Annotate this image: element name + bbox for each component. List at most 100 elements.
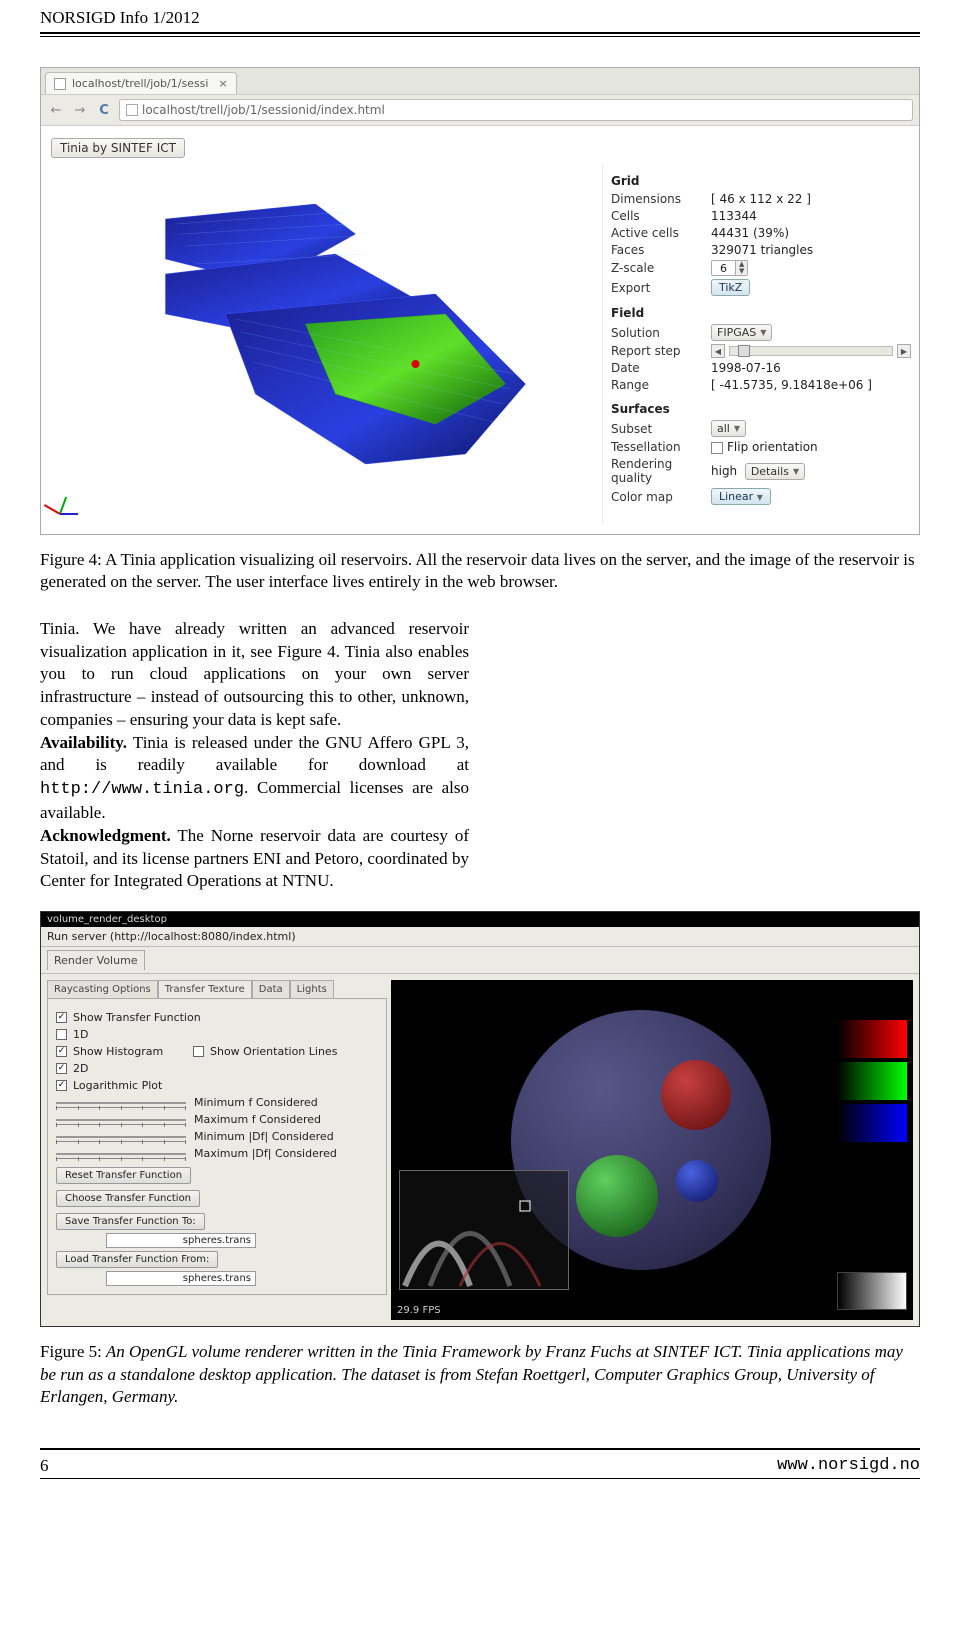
spinner-down-icon: ▼: [736, 268, 747, 275]
figure-4-browser-screenshot: localhost/trell/job/1/sessi × ← → C loca…: [40, 67, 920, 535]
subset-label: Subset: [611, 422, 711, 436]
chk-log-plot[interactable]: [56, 1080, 67, 1091]
transfer-function-plot: [399, 1170, 569, 1290]
details-button[interactable]: Details▼: [745, 463, 805, 480]
app-title-button[interactable]: Tinia by SINTEF ICT: [51, 138, 185, 158]
page-footer: 6 www.norsigd.no: [40, 1448, 920, 1476]
zscale-label: Z-scale: [611, 261, 711, 275]
figure-4-label: Figure 4:: [40, 550, 102, 569]
page-icon: [54, 78, 66, 90]
tessellation-label: Tessellation: [611, 440, 711, 454]
faces-value: 329071 triangles: [711, 243, 911, 257]
active-cells-label: Active cells: [611, 226, 711, 240]
browser-tab[interactable]: localhost/trell/job/1/sessi ×: [45, 72, 237, 94]
reload-icon[interactable]: C: [95, 101, 113, 119]
surfaces-section-title: Surfaces: [611, 402, 911, 416]
tab-data[interactable]: Data: [252, 980, 290, 998]
chk-orientation-lines[interactable]: [193, 1046, 204, 1057]
volume-render-viewport[interactable]: 29.9 FPS: [391, 980, 913, 1320]
figure-4-text: A Tinia application visualizing oil rese…: [40, 550, 915, 591]
date-value: 1998-07-16: [711, 361, 911, 375]
axis-gizmo-icon: [55, 488, 85, 518]
slider-min-df[interactable]: [56, 1132, 186, 1142]
green-sphere: [576, 1155, 658, 1237]
faces-label: Faces: [611, 243, 711, 257]
url-text: localhost/trell/job/1/sessionid/index.ht…: [142, 103, 385, 117]
export-label: Export: [611, 281, 711, 295]
slider-max-df[interactable]: [56, 1149, 186, 1159]
dimensions-value: [ 46 x 112 x 22 ]: [711, 192, 911, 206]
page-icon: [126, 104, 138, 116]
slider-right-icon: ▶: [897, 344, 911, 358]
chevron-down-icon: ▼: [757, 493, 763, 502]
window-titlebar: volume_render_desktop: [41, 912, 919, 927]
green-gradient-icon: [837, 1062, 907, 1100]
close-icon[interactable]: ×: [218, 77, 227, 90]
body-para-1: Tinia. We have already written an advanc…: [40, 619, 469, 729]
field-section-title: Field: [611, 306, 911, 320]
figure-5-desktop-screenshot: volume_render_desktop Run server (http:/…: [40, 911, 920, 1327]
figure-5-caption: Figure 5: An OpenGL volume renderer writ…: [40, 1341, 920, 1408]
reservoir-render: [49, 164, 602, 524]
red-gradient-icon: [837, 1020, 907, 1058]
flip-orientation-text: Flip orientation: [727, 440, 818, 454]
forward-icon[interactable]: →: [71, 101, 89, 119]
load-tf-button[interactable]: Load Transfer Function From:: [56, 1251, 218, 1268]
chevron-down-icon: ▼: [734, 424, 740, 433]
browser-toolbar: ← → C localhost/trell/job/1/sessionid/in…: [41, 94, 919, 126]
tab-render-volume[interactable]: Render Volume: [47, 950, 145, 970]
page-number: 6: [40, 1456, 49, 1476]
journal-title: NORSIGD Info 1/2012: [40, 8, 200, 28]
tab-title: localhost/trell/job/1/sessi: [72, 77, 208, 90]
red-sphere: [661, 1060, 731, 1130]
save-tf-filename[interactable]: spheres.trans: [106, 1233, 256, 1248]
tab-lights[interactable]: Lights: [290, 980, 334, 998]
blue-sphere: [676, 1160, 718, 1202]
run-server-label[interactable]: Run server (http://localhost:8080/index.…: [47, 930, 296, 943]
save-tf-button[interactable]: Save Transfer Function To:: [56, 1213, 205, 1230]
slider-max-f[interactable]: [56, 1115, 186, 1125]
chevron-down-icon: ▼: [760, 328, 766, 337]
reservoir-viewport[interactable]: [49, 164, 603, 524]
cells-label: Cells: [611, 209, 711, 223]
range-label: Range: [611, 378, 711, 392]
tab-raycasting[interactable]: Raycasting Options: [47, 980, 158, 998]
chk-2d[interactable]: [56, 1063, 67, 1074]
tinia-url: http://www.tinia.org: [40, 780, 244, 799]
chk-show-tf[interactable]: [56, 1012, 67, 1023]
blue-gradient-icon: [837, 1104, 907, 1142]
url-bar[interactable]: localhost/trell/job/1/sessionid/index.ht…: [119, 99, 913, 121]
figure-4-caption: Figure 4: A Tinia application visualizin…: [40, 549, 920, 594]
slider-left-icon: ◀: [711, 344, 725, 358]
date-label: Date: [611, 361, 711, 375]
choose-tf-button[interactable]: Choose Transfer Function: [56, 1190, 200, 1207]
article-body: Tinia. We have already written an advanc…: [40, 618, 920, 893]
report-step-slider[interactable]: ◀ ▶: [711, 344, 911, 358]
rendering-quality-value: high: [711, 464, 737, 478]
flip-orientation-checkbox[interactable]: [711, 442, 723, 454]
acknowledgment-heading: Acknowledgment.: [40, 826, 171, 845]
solution-select[interactable]: FIPGAS▼: [711, 324, 772, 341]
zscale-spinner[interactable]: 6▲▼: [711, 260, 748, 276]
chk-1d[interactable]: [56, 1029, 67, 1040]
export-tikz-button[interactable]: TikZ: [711, 279, 750, 296]
subset-select[interactable]: all▼: [711, 420, 746, 437]
cells-value: 113344: [711, 209, 911, 223]
color-map-button[interactable]: Linear ▼: [711, 488, 771, 505]
rendering-quality-label: Rendering quality: [611, 457, 711, 485]
report-step-label: Report step: [611, 344, 711, 358]
range-value: [ -41.5735, 9.18418e+06 ]: [711, 378, 911, 392]
chk-show-histogram[interactable]: [56, 1046, 67, 1057]
figure-5-text: An OpenGL volume renderer written in the…: [40, 1342, 903, 1406]
reset-tf-button[interactable]: Reset Transfer Function: [56, 1167, 191, 1184]
solution-label: Solution: [611, 326, 711, 340]
slider-min-f[interactable]: [56, 1098, 186, 1108]
footer-url: www.norsigd.no: [777, 1456, 920, 1476]
back-icon[interactable]: ←: [47, 101, 65, 119]
load-tf-filename[interactable]: spheres.trans: [106, 1271, 256, 1286]
page-header: NORSIGD Info 1/2012: [40, 0, 920, 34]
tab-transfer-texture[interactable]: Transfer Texture: [158, 980, 252, 998]
color-gradient-legend: [837, 1020, 907, 1142]
dimensions-label: Dimensions: [611, 192, 711, 206]
grid-section-title: Grid: [611, 174, 911, 188]
